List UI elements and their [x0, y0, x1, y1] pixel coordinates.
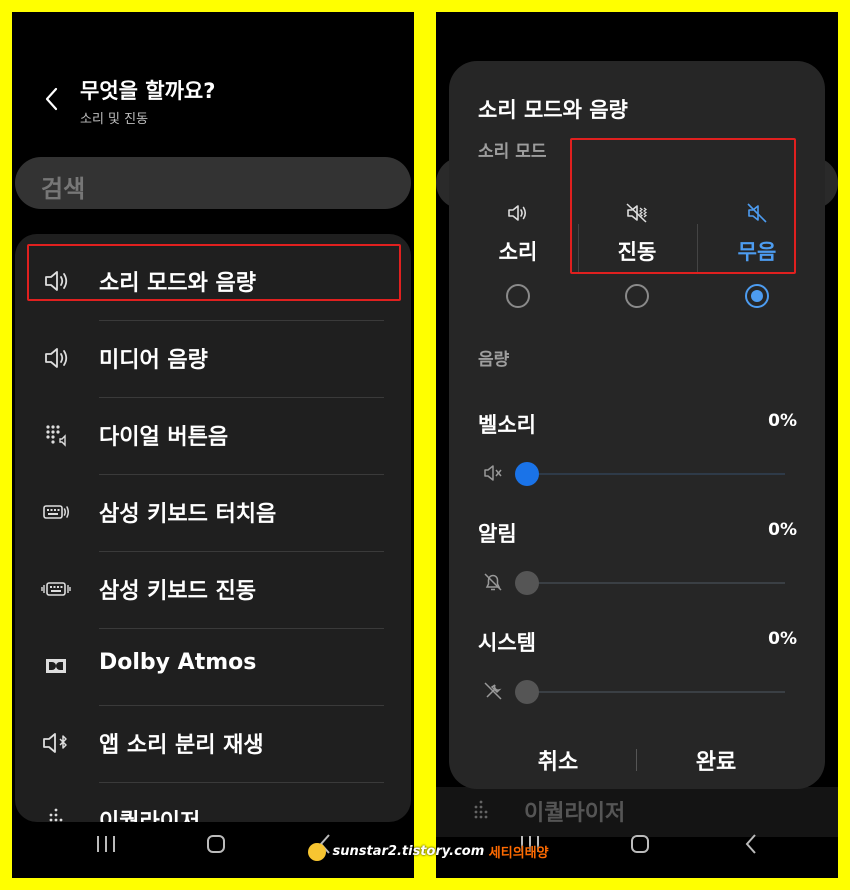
settings-menu: 소리 모드와 음량 미디어 음량 다이얼 버튼음 삼성 키보드 터치음 삼성 키…: [15, 234, 411, 822]
mode-option-sound[interactable]: 소리: [458, 201, 578, 321]
sound-mode-section-label: 소리 모드: [478, 142, 547, 162]
sound-icon: [508, 205, 527, 221]
sound-mode-screen: 이퀄라이저 소리 모드와 음량 소리 모드 소리 진동 무음 음량 벨소리 0%…: [436, 12, 838, 878]
volume-section-label: 음량: [478, 350, 510, 370]
dialog-title: 소리 모드와 음량: [478, 98, 628, 122]
watermark-url: sunstar2.tistory.com: [332, 844, 485, 859]
chevron-left-icon: [45, 87, 58, 111]
menu-item-label: 삼성 키보드 터치음: [99, 502, 277, 527]
recent-apps-button[interactable]: [90, 828, 122, 860]
volume-value: 0%: [768, 629, 797, 649]
home-icon: [207, 835, 225, 853]
volume-slider-track[interactable]: [527, 691, 785, 693]
menu-item-label: 다이얼 버튼음: [99, 425, 229, 450]
page-title: 무엇을 할까요?: [80, 79, 216, 103]
watermark-name: 세티의태양: [488, 846, 549, 861]
volume-row-notification: 알림 0%: [449, 518, 825, 618]
home-button[interactable]: [624, 828, 656, 860]
search-bar[interactable]: 검색: [15, 157, 411, 209]
home-button[interactable]: [200, 828, 232, 860]
keyboard-vibrate-icon: [41, 582, 71, 596]
notification-muted-icon: [484, 573, 502, 591]
menu-item-label: Dolby Atmos: [99, 650, 257, 675]
mode-label: 소리: [498, 240, 538, 264]
radio-button[interactable]: [625, 284, 649, 308]
highlight-annotation: [570, 138, 796, 274]
volume-row-system: 시스템 0%: [449, 627, 825, 727]
settings-screen: 무엇을 할까요? 소리 및 진동 검색 소리 모드와 음량 미디어 음량 다이얼…: [12, 12, 414, 878]
menu-item-label: 삼성 키보드 진동: [99, 579, 256, 604]
back-icon: [745, 834, 756, 854]
radio-button[interactable]: [506, 284, 530, 308]
dialpad-sound-icon: [46, 425, 66, 447]
cancel-button[interactable]: 취소: [483, 744, 633, 776]
menu-item-separate-app-sound[interactable]: 앱 소리 분리 재생: [15, 706, 411, 783]
emoji-face-icon: [308, 842, 326, 861]
keyboard-sound-icon: [43, 505, 69, 519]
recent-apps-icon: [97, 836, 115, 852]
volume-row-ringtone: 벨소리 0%: [449, 409, 825, 509]
menu-item-keyboard-vibration[interactable]: 삼성 키보드 진동: [15, 552, 411, 629]
volume-label: 시스템: [478, 631, 536, 655]
bluetooth-sound-icon: [43, 733, 67, 753]
search-label: 검색: [41, 175, 86, 203]
ringtone-muted-icon: [484, 465, 502, 481]
volume-slider-thumb[interactable]: [515, 571, 539, 595]
volume-slider-track[interactable]: [527, 473, 785, 475]
back-button[interactable]: [38, 84, 68, 114]
watermark: sunstar2.tistory.com 세티의태양: [308, 842, 549, 864]
system-muted-icon: [484, 682, 502, 700]
home-icon: [631, 835, 649, 853]
speaker-icon: [45, 348, 68, 368]
menu-item-media-volume[interactable]: 미디어 음량: [15, 321, 411, 398]
divider: [636, 749, 637, 771]
volume-slider-thumb[interactable]: [515, 680, 539, 704]
menu-item-label: 미디어 음량: [99, 348, 208, 373]
radio-button[interactable]: [745, 284, 769, 308]
page-subtitle: 소리 및 진동: [80, 112, 149, 127]
volume-value: 0%: [768, 520, 797, 540]
menu-item-dolby-atmos[interactable]: Dolby Atmos: [15, 629, 411, 706]
highlight-annotation: [27, 244, 401, 301]
volume-value: 0%: [768, 411, 797, 431]
menu-item-dialpad-tone[interactable]: 다이얼 버튼음: [15, 398, 411, 475]
dolby-icon: [46, 659, 66, 673]
volume-slider-track[interactable]: [527, 582, 785, 584]
menu-item-keyboard-sound[interactable]: 삼성 키보드 터치음: [15, 475, 411, 552]
done-button[interactable]: 완료: [641, 744, 791, 776]
volume-slider-thumb[interactable]: [515, 462, 539, 486]
back-nav-button[interactable]: [736, 828, 768, 860]
menu-item-label: 앱 소리 분리 재생: [99, 733, 264, 758]
volume-label: 알림: [478, 522, 517, 546]
volume-label: 벨소리: [478, 413, 536, 437]
